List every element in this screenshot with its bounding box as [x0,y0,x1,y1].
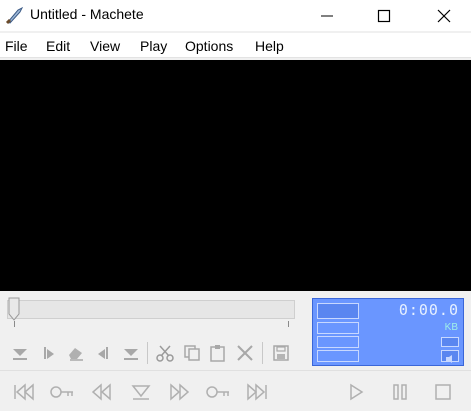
menu-options[interactable]: Options [185,38,233,54]
select-back-icon [98,347,108,359]
erase-icon [69,348,83,361]
previous-keyframe-icon [50,386,73,398]
display-field [317,322,359,334]
select-forward-icon [44,347,54,359]
go-to-start-button[interactable] [10,380,38,404]
play-icon [350,383,364,401]
toolbar-separator [147,342,148,364]
paste-icon [210,345,225,362]
stop-icon [435,384,451,400]
display-meter [317,303,359,319]
seek-bar[interactable] [7,300,295,319]
previous-keyframe-button[interactable] [47,380,77,404]
speaker-icon [446,355,452,363]
go-to-end-icon [247,383,267,401]
machete-app-icon [5,6,24,25]
menu-file[interactable]: File [5,38,28,54]
menu-play[interactable]: Play [140,38,167,54]
toolbar-separator [262,342,263,364]
close-icon [437,9,451,22]
rewind-button[interactable] [88,380,116,404]
next-keyframe-button[interactable] [203,380,233,404]
mark-out-icon [124,349,138,360]
delete-icon [237,345,253,361]
display-field [317,336,359,348]
fast-forward-button[interactable] [165,380,193,404]
fast-forward-icon [170,383,190,401]
display-indicator [441,350,459,363]
go-to-end-button[interactable] [243,380,271,404]
display-field [317,350,359,362]
erase-button[interactable] [64,342,88,364]
maximize-button[interactable] [354,0,414,31]
pause-icon [393,384,407,400]
display-indicator [441,337,459,347]
cut-icon [156,345,174,362]
minimize-button[interactable] [297,0,357,31]
go-to-start-icon [14,383,34,401]
mark-out-button[interactable] [119,342,143,364]
cut-button[interactable] [153,342,177,364]
select-forward-button[interactable] [37,342,61,364]
minimize-icon [321,15,333,16]
seek-ticks [14,321,289,327]
time-readout: 0:00.0 [398,301,459,319]
copy-icon [184,345,200,361]
paste-button[interactable] [206,342,230,364]
toolbar-divider [0,370,471,371]
seek-thumb[interactable] [8,297,20,321]
save-button[interactable] [269,342,293,364]
play-button[interactable] [342,380,370,404]
menu-help[interactable]: Help [255,38,284,54]
window-title: Untitled - Machete [30,6,144,22]
rewind-icon [91,383,111,401]
time-display-panel: 0:00.0 KB [312,298,464,366]
title-bar: Untitled - Machete [0,0,471,31]
pause-button[interactable] [386,380,414,404]
maximize-icon [377,9,391,22]
next-keyframe-icon [206,386,229,398]
mark-in-icon [13,349,27,360]
select-back-button[interactable] [91,342,115,364]
close-button[interactable] [414,0,471,31]
play-selection-button[interactable] [127,380,155,404]
save-icon [273,345,289,361]
menu-bar: File Edit View Play Options Help [0,33,471,58]
mark-in-button[interactable] [8,342,32,364]
stop-button[interactable] [429,380,457,404]
play-selection-icon [131,385,151,400]
size-unit-label: KB [444,322,458,333]
video-display [0,60,471,291]
delete-button[interactable] [233,342,257,364]
menu-edit[interactable]: Edit [46,38,70,54]
menu-view[interactable]: View [90,38,120,54]
copy-button[interactable] [180,342,204,364]
